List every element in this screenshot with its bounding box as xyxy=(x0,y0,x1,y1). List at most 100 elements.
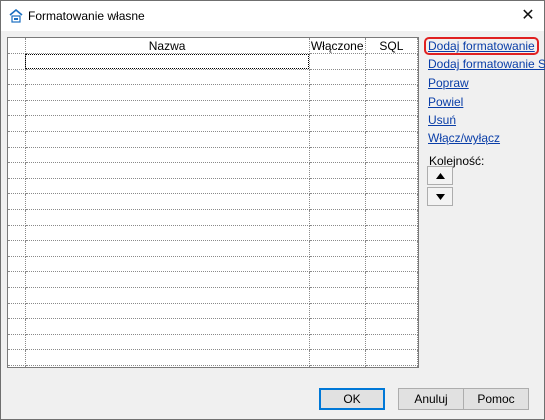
sql-cell[interactable] xyxy=(365,209,418,226)
row-selector-cell[interactable] xyxy=(8,256,26,273)
sql-cell[interactable] xyxy=(365,240,418,257)
enabled-cell[interactable] xyxy=(309,334,366,351)
name-cell[interactable] xyxy=(25,178,310,195)
table-row[interactable] xyxy=(8,303,418,320)
row-selector-cell[interactable] xyxy=(8,349,26,366)
name-cell[interactable] xyxy=(25,240,310,257)
table-row[interactable] xyxy=(8,131,418,148)
row-selector-cell[interactable] xyxy=(8,334,26,351)
formatting-grid[interactable]: Nazwa Włączone SQL xyxy=(7,37,419,368)
row-selector-cell[interactable] xyxy=(8,209,26,226)
add-sql-formatting-link[interactable]: Dodaj formatowanie SQL xyxy=(428,57,545,71)
table-row[interactable] xyxy=(8,225,418,242)
name-cell[interactable] xyxy=(25,131,310,148)
name-cell[interactable] xyxy=(25,100,310,117)
enabled-cell[interactable] xyxy=(309,303,366,320)
table-row[interactable] xyxy=(8,271,418,288)
row-selector-cell[interactable] xyxy=(8,100,26,117)
duplicate-link[interactable]: Powiel xyxy=(428,95,463,109)
enabled-cell[interactable] xyxy=(309,256,366,273)
row-selector-cell[interactable] xyxy=(8,193,26,210)
sql-cell[interactable] xyxy=(365,303,418,320)
enabled-cell[interactable] xyxy=(309,53,366,70)
name-cell[interactable] xyxy=(25,147,310,164)
row-selector-cell[interactable] xyxy=(8,287,26,304)
add-formatting-link[interactable]: Dodaj formatowanie xyxy=(424,37,539,55)
enabled-cell[interactable] xyxy=(309,225,366,242)
table-row[interactable] xyxy=(8,349,418,366)
sql-cell[interactable] xyxy=(365,69,418,86)
table-row[interactable] xyxy=(8,147,418,164)
row-selector-cell[interactable] xyxy=(8,303,26,320)
name-cell[interactable] xyxy=(25,303,310,320)
close-button[interactable]: ✕ xyxy=(512,1,544,31)
name-cell[interactable] xyxy=(25,349,310,366)
sql-cell[interactable] xyxy=(365,178,418,195)
move-up-button[interactable] xyxy=(427,166,453,185)
row-selector-cell[interactable] xyxy=(8,240,26,257)
sql-cell[interactable] xyxy=(365,193,418,210)
enabled-cell[interactable] xyxy=(309,209,366,226)
row-selector-cell[interactable] xyxy=(8,271,26,288)
enabled-cell[interactable] xyxy=(309,318,366,335)
enabled-cell[interactable] xyxy=(309,271,366,288)
sql-cell[interactable] xyxy=(365,334,418,351)
table-row[interactable] xyxy=(8,178,418,195)
table-row[interactable] xyxy=(8,334,418,351)
enabled-cell[interactable] xyxy=(309,115,366,132)
sql-cell[interactable] xyxy=(365,318,418,335)
table-row[interactable] xyxy=(8,100,418,117)
name-cell[interactable] xyxy=(25,162,310,179)
row-selector-cell[interactable] xyxy=(8,84,26,101)
column-header-name[interactable]: Nazwa xyxy=(25,38,310,54)
sql-cell[interactable] xyxy=(365,349,418,366)
name-cell[interactable] xyxy=(25,287,310,304)
name-cell[interactable] xyxy=(25,256,310,273)
name-cell[interactable] xyxy=(25,209,310,226)
row-selector-cell[interactable] xyxy=(8,365,26,367)
enabled-cell[interactable] xyxy=(309,100,366,117)
sql-cell[interactable] xyxy=(365,225,418,242)
table-row[interactable] xyxy=(8,365,418,367)
name-cell[interactable] xyxy=(25,193,310,210)
sql-cell[interactable] xyxy=(365,365,418,367)
table-row[interactable] xyxy=(8,84,418,101)
enabled-cell[interactable] xyxy=(309,287,366,304)
table-row[interactable] xyxy=(8,240,418,257)
table-row[interactable] xyxy=(8,287,418,304)
row-selector-cell[interactable] xyxy=(8,162,26,179)
ok-button[interactable]: OK xyxy=(319,388,385,410)
column-header-enabled[interactable]: Włączone xyxy=(309,38,366,54)
sql-cell[interactable] xyxy=(365,53,418,70)
sql-cell[interactable] xyxy=(365,147,418,164)
sql-cell[interactable] xyxy=(365,287,418,304)
table-row[interactable] xyxy=(8,69,418,86)
sql-cell[interactable] xyxy=(365,84,418,101)
enabled-cell[interactable] xyxy=(309,365,366,367)
enabled-cell[interactable] xyxy=(309,84,366,101)
enabled-cell[interactable] xyxy=(309,178,366,195)
row-selector-cell[interactable] xyxy=(8,178,26,195)
table-row[interactable] xyxy=(8,115,418,132)
delete-link[interactable]: Usuń xyxy=(428,113,456,127)
name-cell[interactable] xyxy=(25,225,310,242)
name-cell[interactable] xyxy=(25,318,310,335)
column-header-selector[interactable] xyxy=(8,38,26,54)
row-selector-cell[interactable] xyxy=(8,147,26,164)
table-row[interactable] xyxy=(8,162,418,179)
name-cell[interactable] xyxy=(25,334,310,351)
sql-cell[interactable] xyxy=(365,256,418,273)
cancel-button[interactable]: Anuluj xyxy=(398,388,464,410)
sql-cell[interactable] xyxy=(365,100,418,117)
enabled-cell[interactable] xyxy=(309,193,366,210)
enabled-cell[interactable] xyxy=(309,147,366,164)
enabled-cell[interactable] xyxy=(309,69,366,86)
row-selector-cell[interactable] xyxy=(8,131,26,148)
enabled-cell[interactable] xyxy=(309,240,366,257)
row-selector-cell[interactable] xyxy=(8,115,26,132)
enabled-cell[interactable] xyxy=(309,349,366,366)
sql-cell[interactable] xyxy=(365,271,418,288)
row-selector-cell[interactable] xyxy=(8,69,26,86)
sql-cell[interactable] xyxy=(365,115,418,132)
name-cell[interactable] xyxy=(25,69,310,86)
